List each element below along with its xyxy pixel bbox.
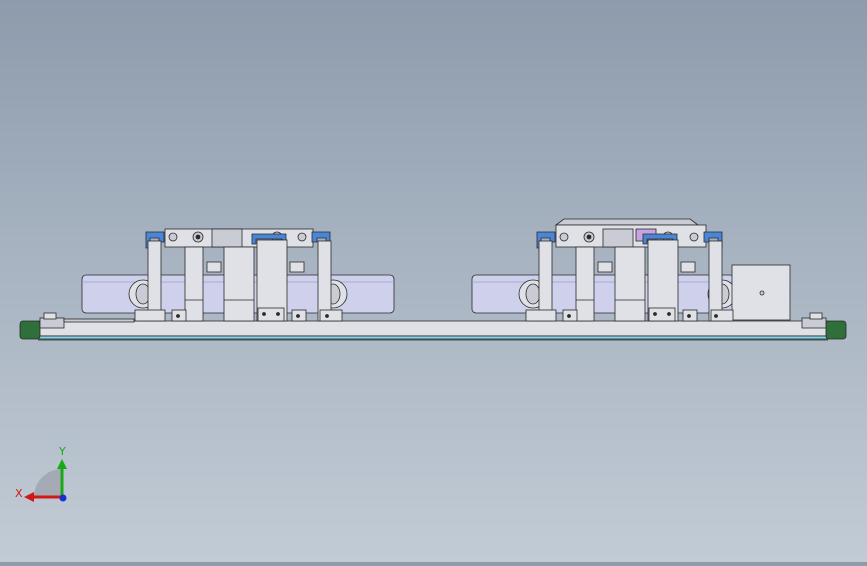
left-center-block [223, 246, 255, 322]
left-upright-2 [184, 246, 204, 322]
right-upright-4 [708, 240, 723, 322]
y-axis-label: Y [58, 445, 66, 458]
right-clamp-assembly[interactable] [471, 218, 791, 322]
left-clamp-assembly[interactable] [81, 228, 395, 322]
x-axis-label: X [15, 487, 23, 500]
left-upright-4 [317, 240, 332, 322]
base-plate [37, 320, 829, 337]
cad-viewport[interactable]: Y X [0, 0, 867, 562]
z-axis-dot-icon [59, 494, 67, 502]
left-upright-1 [147, 240, 162, 322]
base-plate-cyan-edge [37, 335, 829, 340]
right-center-block [614, 246, 646, 322]
view-orientation-triad[interactable]: Y X [15, 445, 67, 502]
fixture-model[interactable] [19, 218, 847, 341]
model-canvas[interactable]: Y X [0, 0, 867, 562]
triad-quadrant-icon [34, 469, 62, 497]
right-top-lid [554, 218, 700, 226]
right-upright-2 [575, 246, 595, 322]
right-upright-1 [538, 240, 553, 322]
x-arrow-head-icon [24, 492, 34, 502]
y-arrow-head-icon [57, 459, 67, 469]
right-cylinder-body [471, 274, 735, 314]
